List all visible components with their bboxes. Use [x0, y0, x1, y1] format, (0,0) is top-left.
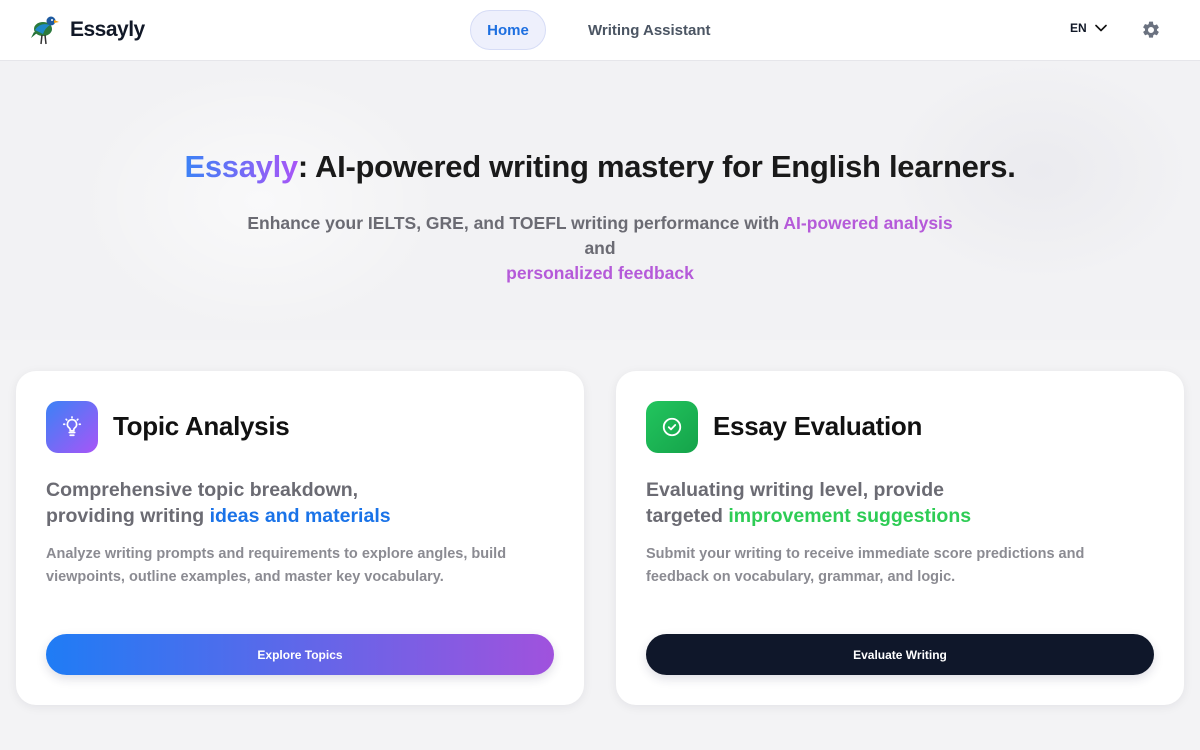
- card-headline-line1: Comprehensive topic breakdown,: [46, 479, 359, 501]
- bird-logo-icon: [30, 14, 60, 46]
- card-headline: Evaluating writing level, provide targete…: [646, 477, 1126, 529]
- hero-title-text: : AI-powered writing mastery for English…: [297, 149, 1016, 184]
- gear-icon[interactable]: [1141, 20, 1161, 45]
- hero-title-brand: Essayly: [184, 149, 298, 184]
- brand[interactable]: Essayly: [30, 14, 145, 46]
- evaluate-writing-button[interactable]: Evaluate Writing: [646, 634, 1154, 675]
- hero-section: Essayly: AI-powered writing mastery for …: [0, 61, 1200, 340]
- language-selector[interactable]: EN: [1070, 21, 1107, 35]
- card-title: Essay Evaluation: [713, 411, 923, 441]
- brand-name: Essayly: [70, 18, 145, 41]
- tab-writing-assistant[interactable]: Writing Assistant: [568, 10, 731, 50]
- card-headline: Comprehensive topic breakdown, providing …: [46, 477, 526, 529]
- essay-evaluation-card: Essay Evaluation Evaluating writing leve…: [616, 371, 1184, 705]
- tab-home[interactable]: Home: [470, 10, 546, 50]
- check-circle-icon: [646, 401, 698, 453]
- hero-subtitle-and: and: [584, 238, 616, 258]
- card-headline-highlight: improvement suggestions: [728, 505, 972, 527]
- hero-title: Essayly: AI-powered writing mastery for …: [0, 149, 1200, 185]
- card-headline-prefix: providing writing: [46, 505, 210, 527]
- card-description: Analyze writing prompts and requirements…: [46, 546, 507, 585]
- hero-subtitle-text: Enhance your IELTS, GRE, and TOEFL writi…: [247, 213, 784, 233]
- chevron-down-icon: [1094, 21, 1107, 35]
- hero-highlight-feedback: personalized feedback: [506, 263, 694, 283]
- lightbulb-icon: [46, 401, 98, 453]
- card-title: Topic Analysis: [113, 411, 290, 441]
- card-description: Submit your writing to receive immediate…: [646, 546, 1085, 585]
- language-label: EN: [1070, 21, 1087, 35]
- main-nav: Home Writing Assistant: [470, 10, 731, 50]
- card-headline-line1: Evaluating writing level, provide: [646, 479, 944, 501]
- top-navigation-bar: Essayly Home Writing Assistant EN: [0, 0, 1200, 61]
- card-headline-prefix: targeted: [646, 505, 729, 527]
- topic-analysis-card: Topic Analysis Comprehensive topic break…: [16, 371, 584, 705]
- card-headline-highlight: ideas and materials: [209, 505, 391, 527]
- explore-topics-button[interactable]: Explore Topics: [46, 634, 554, 675]
- hero-highlight-analysis: AI-powered analysis: [783, 213, 953, 233]
- hero-subtitle: Enhance your IELTS, GRE, and TOEFL writi…: [230, 211, 970, 286]
